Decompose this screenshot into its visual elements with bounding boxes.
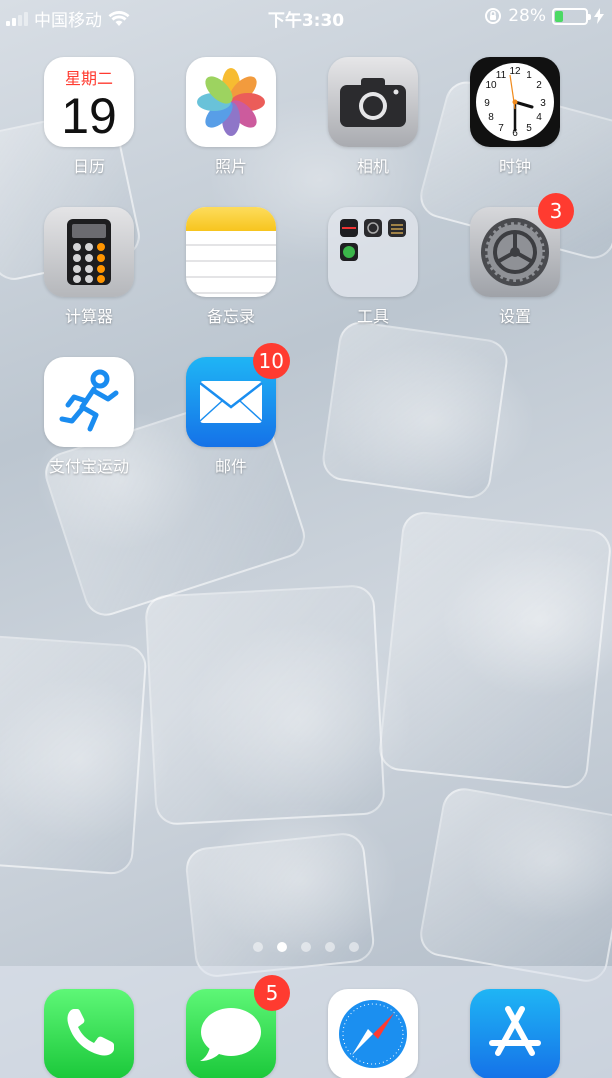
dock-app-safari[interactable] — [313, 989, 433, 1078]
app-calculator[interactable]: 计算器 — [29, 207, 149, 327]
app-calendar[interactable]: 星期二 19 日历 — [29, 57, 149, 177]
page-dot-active — [277, 942, 287, 952]
envelope-icon: 10 — [186, 343, 290, 447]
clock-numeral: 8 — [488, 112, 494, 123]
clock-numeral: 4 — [536, 112, 542, 123]
clock-numeral: 11 — [496, 70, 507, 81]
app-label-clock: 时钟 — [498, 157, 531, 176]
compass-icon — [328, 989, 418, 1078]
clock-numeral: 7 — [498, 123, 504, 134]
page-dot — [325, 942, 335, 952]
app-alipay-sport[interactable]: 支付宝运动 — [29, 357, 149, 477]
notes-icon — [186, 207, 276, 297]
app-label-settings: 设置 — [498, 307, 531, 326]
app-folder-tools[interactable]: 工具 — [313, 207, 433, 327]
app-label-camera: 相机 — [356, 157, 389, 176]
app-camera[interactable]: 相机 — [313, 57, 433, 177]
app-label-alipay-sport: 支付宝运动 — [48, 457, 129, 476]
calendar-day: 19 — [61, 88, 117, 144]
battery-percent: 28% — [508, 6, 546, 26]
battery-icon — [552, 7, 591, 25]
clock-icon: 12 1 2 3 4 5 6 7 8 9 10 11 — [470, 57, 560, 147]
status-bar: 中国移动 下午3:30 28% — [0, 0, 612, 34]
page-indicator[interactable] — [0, 942, 612, 952]
app-store-icon — [470, 989, 560, 1078]
calendar-icon: 星期二 19 — [44, 57, 134, 147]
folder-icon — [328, 207, 418, 297]
battery-level — [555, 10, 564, 22]
app-label-calculator: 计算器 — [64, 307, 113, 326]
app-clock[interactable]: 12 1 2 3 4 5 6 7 8 9 10 11 时钟 — [455, 57, 575, 177]
app-label-photos: 照片 — [214, 157, 247, 176]
phone-icon — [44, 989, 134, 1078]
clock-numeral: 5 — [526, 123, 532, 134]
clock-numeral: 2 — [536, 80, 542, 91]
clock-numeral: 12 — [509, 66, 521, 77]
status-right: 28% — [484, 6, 604, 26]
camera-icon — [328, 57, 418, 147]
calendar-weekday: 星期二 — [64, 69, 113, 88]
clock-numeral: 1 — [526, 70, 532, 81]
message-bubble-icon: 5 — [186, 975, 290, 1078]
dock-app-phone[interactable] — [29, 989, 149, 1078]
app-label-notes: 备忘录 — [206, 307, 255, 326]
clock-numeral: 3 — [540, 98, 546, 109]
dock: 5 — [0, 966, 612, 1078]
app-notes[interactable]: 备忘录 — [171, 207, 291, 327]
gear-icon: 3 — [470, 193, 574, 297]
dock-app-messages[interactable]: 5 — [171, 975, 291, 1078]
app-settings[interactable]: 3 设置 — [455, 193, 575, 327]
app-mail[interactable]: 10 邮件 — [171, 343, 291, 477]
calculator-icon — [44, 207, 134, 297]
photos-icon — [186, 57, 276, 147]
running-man-icon — [44, 357, 134, 447]
clock-numeral: 10 — [485, 80, 497, 91]
app-label-tools: 工具 — [356, 307, 389, 326]
app-label-calendar: 日历 — [72, 157, 105, 176]
orientation-lock-icon — [485, 8, 502, 24]
app-photos[interactable]: 照片 — [171, 57, 291, 177]
page-dot — [301, 942, 311, 952]
charging-bolt-icon — [594, 8, 604, 24]
page-dot — [253, 942, 263, 952]
app-label-mail: 邮件 — [214, 457, 247, 476]
page-dot — [349, 942, 359, 952]
mail-badge: 10 — [252, 343, 290, 379]
clock-numeral: 9 — [484, 98, 490, 109]
messages-badge: 5 — [254, 975, 290, 1011]
settings-badge: 3 — [538, 193, 574, 229]
dock-app-app-store[interactable] — [455, 989, 575, 1078]
